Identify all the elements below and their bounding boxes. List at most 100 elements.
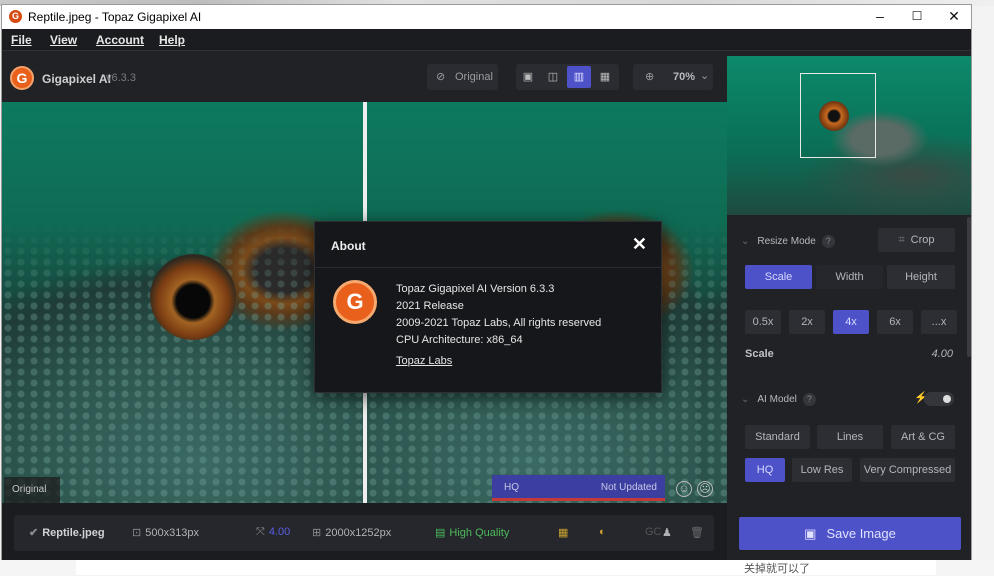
model-art-cg-button[interactable]: Art & CG [891, 425, 955, 449]
gigapixel-logo-icon: G [10, 66, 34, 90]
sound-icon[interactable]: ◐ [599, 526, 606, 538]
menu-account[interactable]: Account [96, 33, 144, 47]
tab-width[interactable]: Width [816, 265, 883, 289]
chevron-down-icon: ⌄ [700, 70, 710, 82]
menu-view[interactable]: View [50, 33, 77, 47]
menu-help[interactable]: Help [159, 33, 185, 47]
gc-label: GC [645, 526, 662, 538]
chevron-down-icon: ⌄ [741, 236, 750, 247]
quality-status-bar: HQ Not Updated [492, 475, 665, 501]
smile-feedback-icon[interactable]: ☺ [676, 481, 692, 497]
quality-text: High Quality [449, 527, 510, 539]
zoom-level: 70% [673, 71, 696, 83]
scale-factor: 4.00 [268, 526, 291, 538]
app-name: Gigapixel AI [42, 72, 111, 86]
original-label: Original [4, 477, 60, 503]
top-toolbar: G Gigapixel AI v6.3.3 ⊘ Original ▣ ◫ ▥ ▦… [2, 52, 727, 102]
single-view-icon[interactable]: ▣ [516, 66, 540, 88]
help-icon[interactable]: ? [802, 393, 816, 406]
scale-label: Scale [745, 348, 774, 360]
desktop-background-bottom: 关掉就可以了 [0, 560, 994, 575]
navigator-thumbnail[interactable] [727, 56, 971, 215]
scale-status: ⤧ 4.00 [256, 526, 290, 539]
model-standard-button[interactable]: Standard [745, 425, 810, 449]
topaz-logo-icon: G [333, 280, 377, 324]
split-view-icon[interactable]: ◫ [541, 66, 565, 88]
app-icon: G [9, 10, 22, 23]
ai-model-toggle[interactable] [924, 392, 954, 406]
sidebar-scrollbar[interactable] [967, 217, 971, 357]
trash-icon[interactable]: 🗑 [690, 526, 704, 539]
grid-icon[interactable]: ▦ [558, 526, 568, 539]
about-version: Topaz Gigapixel AI Version 6.3.3 [396, 283, 555, 295]
app-version: v6.3.3 [106, 72, 136, 84]
scale-2x-button[interactable]: 2x [789, 310, 825, 334]
reptile-image-original [2, 102, 363, 503]
menu-file[interactable]: File [11, 33, 32, 47]
face-recovery-icon[interactable]: ♟ [662, 526, 672, 539]
about-release: 2021 Release [396, 300, 464, 312]
update-status: Not Updated [600, 482, 657, 493]
about-dialog-header: About ✕ [315, 222, 661, 268]
output-size-status: ⊞ 2000x1252px [312, 526, 391, 539]
model-lines-button[interactable]: Lines [817, 425, 883, 449]
original-toggle-label: Original [455, 71, 493, 83]
crop-label: Crop [910, 234, 935, 246]
minimize-button[interactable]: – [861, 5, 899, 29]
app-window: G Reptile.jpeg - Topaz Gigapixel AI – ☐ … [1, 4, 972, 562]
original-preview-pane[interactable] [2, 102, 363, 503]
tab-scale[interactable]: Scale [745, 265, 812, 289]
resize-mode-header[interactable]: ⌄ Resize Mode? [741, 235, 835, 248]
navigator-viewport-frame[interactable] [800, 73, 876, 158]
zoom-control[interactable]: ⊕ 70% ⌄ [633, 64, 713, 90]
close-button[interactable]: ✕ [935, 5, 971, 29]
ai-model-title: AI Model [757, 394, 797, 405]
input-size: 500x313px [145, 527, 200, 539]
window-title: Reptile.jpeg - Topaz Gigapixel AI [28, 10, 202, 24]
check-icon: ✔ [29, 527, 39, 539]
save-image-button[interactable]: ▣ Save Image [739, 517, 961, 550]
chevron-down-icon: ⌄ [741, 394, 750, 405]
topaz-labs-link[interactable]: Topaz Labs [396, 355, 452, 367]
status-bar: ✔ Reptile.jpeg ⊡ 500x313px ⤧ 4.00 ⊞ 2000x125… [2, 503, 727, 561]
title-bar: G Reptile.jpeg - Topaz Gigapixel AI – ☐ … [2, 5, 971, 29]
save-icon: ▣ [804, 526, 817, 541]
help-icon[interactable]: ? [821, 235, 835, 248]
crop-button[interactable]: ⌗ Crop [878, 228, 955, 252]
right-sidebar: ⌄ Resize Mode? ⌗ Crop Scale Width Height 0… [727, 52, 971, 561]
grid-view-icon[interactable]: ▦ [593, 66, 617, 88]
close-icon[interactable]: ✕ [632, 234, 647, 255]
scale-0-5x-button[interactable]: 0.5x [745, 310, 781, 334]
about-dialog-title: About [331, 239, 366, 253]
resize-mode-title: Resize Mode [757, 236, 816, 247]
file-status: ✔ Reptile.jpeg [29, 526, 105, 539]
side-by-side-view-icon[interactable]: ▥ [567, 66, 591, 88]
variant-very-compressed-button[interactable]: Very Compressed [860, 458, 955, 482]
variant-hq-button[interactable]: HQ [745, 458, 785, 482]
about-dialog: About ✕ G Topaz Gigapixel AI Version 6.3… [314, 221, 662, 393]
tab-height[interactable]: Height [887, 265, 955, 289]
scale-value[interactable]: 4.00 [932, 348, 953, 360]
crop-icon: ⌗ [898, 234, 905, 246]
original-toggle-button[interactable]: ⊘ Original [427, 64, 498, 90]
background-chat-text: 关掉就可以了 [744, 562, 810, 575]
scale-4x-button[interactable]: 4x [833, 310, 869, 334]
about-cpu-arch: CPU Architecture: x86_64 [396, 334, 523, 346]
ai-model-header[interactable]: ⌄ AI Model? [741, 393, 816, 406]
output-size-icon: ⊞ [312, 527, 322, 539]
scale-6x-button[interactable]: 6x [877, 310, 913, 334]
quality-icon: ▤ [435, 527, 446, 539]
expand-icon: ⤧ [256, 526, 265, 538]
variant-low-res-button[interactable]: Low Res [792, 458, 852, 482]
menu-bar: File View Account Help [2, 29, 971, 51]
scale-custom-button[interactable]: ...x [921, 310, 957, 334]
output-size: 2000x1252px [325, 527, 392, 539]
file-name: Reptile.jpeg [42, 527, 105, 539]
quality-label: HQ [504, 482, 519, 493]
save-image-label: Save Image [826, 526, 896, 541]
eye-off-icon: ⊘ [436, 71, 446, 83]
maximize-button[interactable]: ☐ [898, 5, 936, 29]
input-size-status: ⊡ 500x313px [132, 526, 199, 539]
frown-feedback-icon[interactable]: ☹ [697, 481, 713, 497]
image-size-icon: ⊡ [132, 527, 142, 539]
